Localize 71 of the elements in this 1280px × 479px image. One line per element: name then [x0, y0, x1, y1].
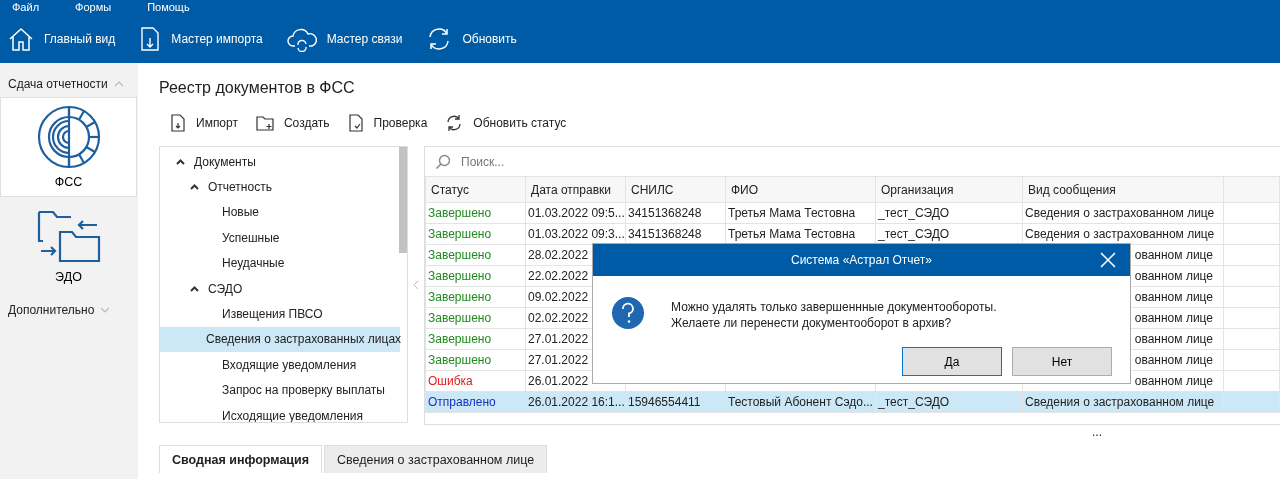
- question-icon: [611, 296, 645, 330]
- menu-item[interactable]: Помощь: [147, 0, 190, 14]
- nav-item[interactable]: ЭДО: [0, 197, 137, 297]
- refresh-icon: [445, 114, 464, 132]
- status-cell: Завершено: [425, 307, 526, 329]
- chevron-up-icon[interactable]: [175, 158, 185, 165]
- tree-item[interactable]: Исходящие уведомления: [160, 402, 400, 422]
- column-header[interactable]: Вид сообщения: [1022, 177, 1224, 203]
- action-button[interactable]: Создать: [255, 115, 330, 131]
- tab[interactable]: Сводная информация: [159, 445, 323, 473]
- column-header[interactable]: Дата отправки: [525, 177, 626, 203]
- tree-item[interactable]: СЭДО: [160, 275, 400, 302]
- search-icon: [435, 153, 451, 170]
- status-cell: Завершено: [425, 202, 526, 224]
- document-icon: [139, 25, 162, 52]
- section-header[interactable]: Сдача отчетности: [4, 75, 128, 93]
- dialog-button[interactable]: Да: [902, 347, 1002, 376]
- chevron-up-icon[interactable]: [189, 285, 199, 292]
- tree-item[interactable]: Неудачные: [160, 250, 400, 276]
- document-icon: [170, 114, 186, 132]
- action-button[interactable]: Проверка: [347, 114, 428, 132]
- toolbar-button[interactable]: Мастер импорта: [139, 25, 263, 52]
- status-cell: Ошибка: [425, 370, 526, 392]
- status-cell: Завершено: [425, 328, 526, 350]
- status-cell: Отправлено: [425, 391, 526, 413]
- dialog-button[interactable]: Нет: [1012, 347, 1112, 376]
- more-indicator[interactable]: ...: [424, 425, 1102, 445]
- table-cell: Сведения о застрахованном лице: [1022, 202, 1224, 224]
- table-cell: _тест_СЭДО: [875, 202, 1023, 224]
- page-title: Реестр документов в ФСС: [159, 79, 356, 97]
- status-cell: Завершено: [425, 244, 526, 266]
- status-cell: Завершено: [425, 265, 526, 287]
- dialog-title: Система «Астрал Отчет»: [790, 253, 932, 267]
- toolbar-button[interactable]: Главный вид: [8, 25, 116, 52]
- action-button[interactable]: Импорт: [170, 114, 238, 132]
- tree-item[interactable]: Отчетность: [160, 174, 400, 200]
- section-header[interactable]: Дополнительно: [4, 301, 115, 319]
- menu-item[interactable]: Файл: [12, 0, 40, 14]
- table-cell: Третья Мама Тестовна: [725, 202, 876, 224]
- column-header[interactable]: ФИО: [725, 177, 876, 203]
- chevron-up-icon[interactable]: [189, 184, 199, 191]
- folder-icon: [255, 115, 274, 131]
- tree-item[interactable]: Успешные: [160, 225, 400, 251]
- tree-item[interactable]: Новые: [160, 199, 400, 226]
- tab[interactable]: Сведения о застрахованном лице: [324, 445, 548, 473]
- table-cell: 34151368248: [625, 202, 726, 224]
- toolbar-button[interactable]: Обновить: [426, 25, 517, 52]
- folders-exchange-icon: [36, 210, 101, 264]
- toolbar-button[interactable]: Мастер связи: [286, 25, 403, 52]
- home-icon: [8, 25, 34, 52]
- column-header[interactable]: СНИЛС: [625, 177, 726, 203]
- tree-item[interactable]: Запрос на проверку выплаты: [160, 377, 400, 403]
- document-icon: [347, 114, 364, 132]
- tree-item[interactable]: Документы: [160, 149, 400, 175]
- emblem-icon: [36, 105, 101, 169]
- column-header[interactable]: Организация: [875, 177, 1023, 203]
- tree-item[interactable]: Извещения ПВСО: [160, 301, 400, 327]
- column-header[interactable]: Статус: [425, 177, 526, 203]
- nav-item[interactable]: ФСС: [0, 97, 137, 197]
- tree-item[interactable]: Сведения о застрахованных лицах: [160, 326, 400, 353]
- dialog-message: Можно удалять только завершеннные документообороты.: [671, 299, 997, 315]
- scrollbar-thumb[interactable]: [399, 147, 407, 253]
- status-cell: Завершено: [425, 223, 526, 245]
- search-field[interactable]: Поиск...: [459, 153, 663, 170]
- menu-item[interactable]: Формы: [75, 0, 112, 14]
- status-cell: Завершено: [425, 349, 526, 371]
- action-button[interactable]: Обновить статус: [445, 114, 567, 132]
- dialog-message: Желаете ли перенести документооборот в архив?: [671, 315, 953, 331]
- tree-item[interactable]: Входящие уведомления: [160, 352, 400, 378]
- table-cell: 01.03.2022 09:5...: [525, 202, 626, 224]
- status-cell: Завершено: [425, 286, 526, 308]
